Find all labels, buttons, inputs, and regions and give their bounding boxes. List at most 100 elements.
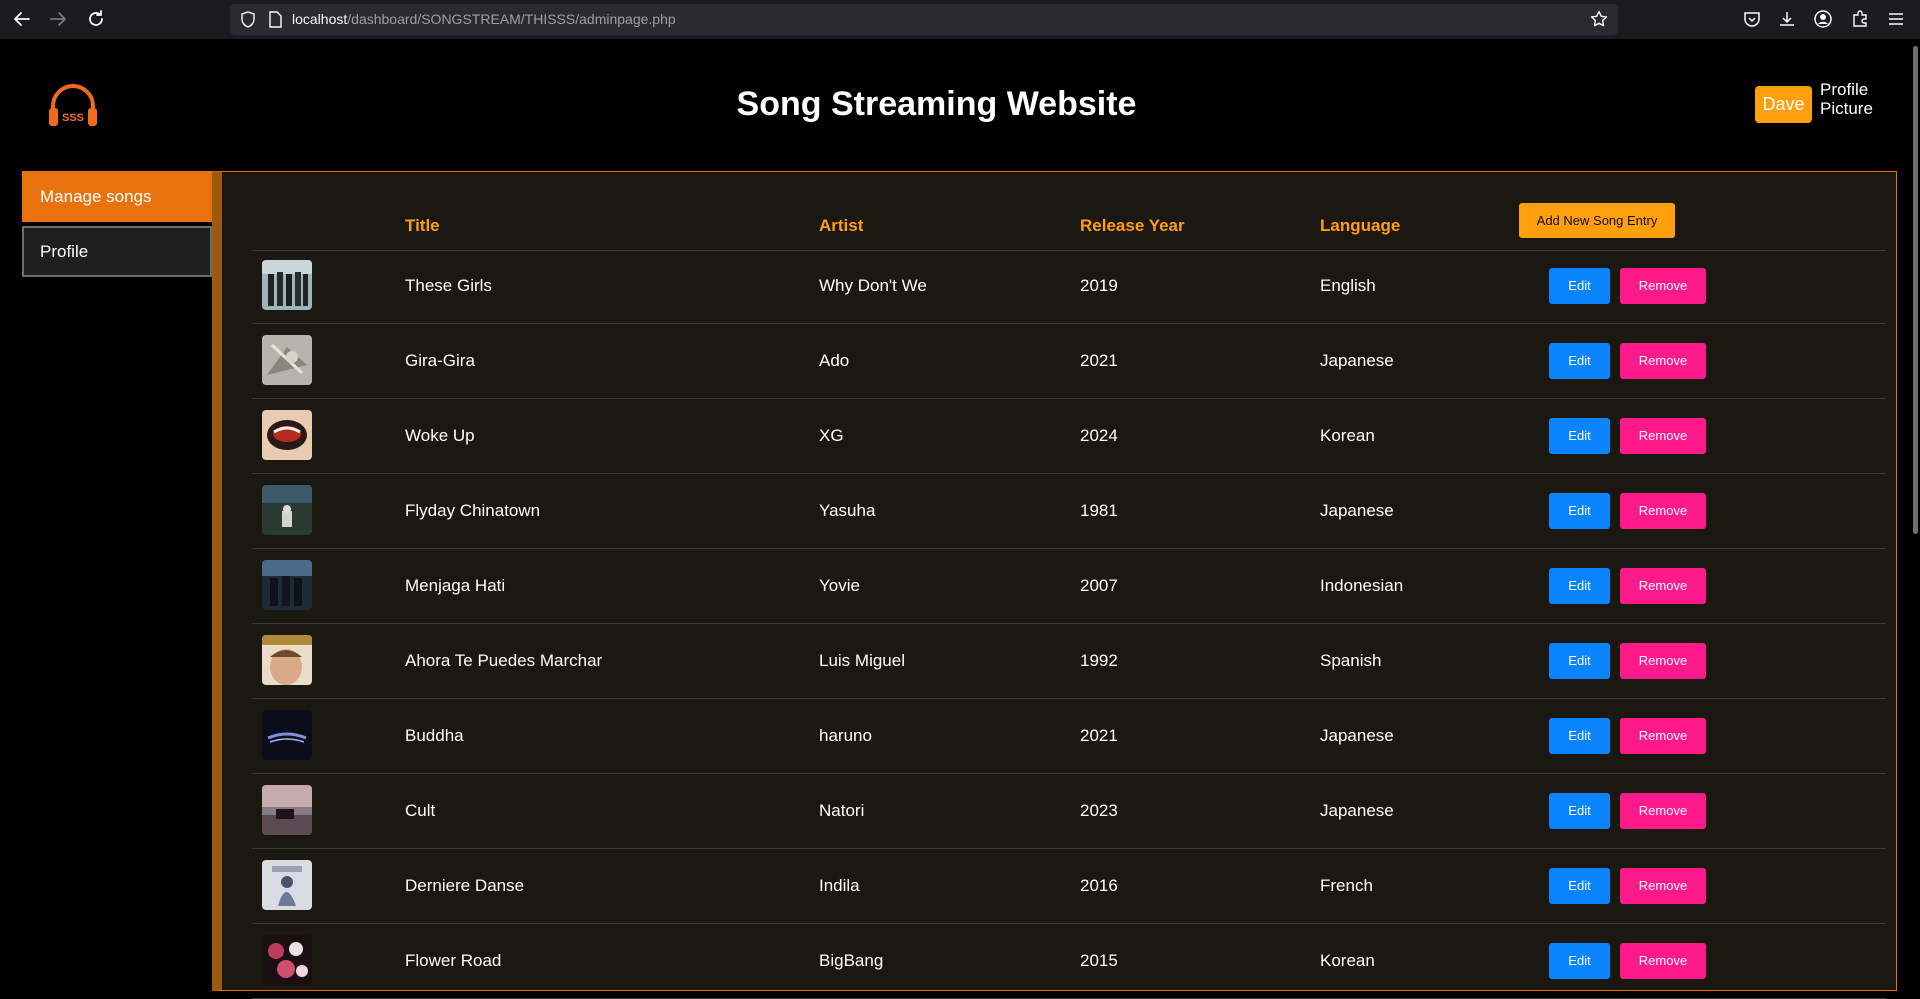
song-title: These Girls bbox=[405, 276, 492, 295]
edit-button[interactable]: Edit bbox=[1549, 943, 1610, 979]
song-artist: Ado bbox=[819, 351, 850, 370]
table-row: Menjaga Hati Yovie 2007 Indonesian Edit … bbox=[252, 549, 1886, 624]
song-artist: Luis Miguel bbox=[819, 651, 905, 670]
song-title: Derniere Danse bbox=[405, 876, 525, 895]
song-title: Cult bbox=[405, 801, 436, 820]
account-icon[interactable] bbox=[1813, 9, 1833, 29]
song-year: 2021 bbox=[1080, 351, 1118, 370]
song-year: 1981 bbox=[1080, 501, 1118, 520]
song-year: 2024 bbox=[1080, 426, 1118, 445]
song-language: Japanese bbox=[1320, 501, 1394, 520]
remove-button[interactable]: Remove bbox=[1620, 418, 1706, 454]
song-language: Indonesian bbox=[1320, 576, 1404, 595]
table-row: These Girls Why Don't We 2019 English Ed… bbox=[252, 249, 1886, 324]
edit-button[interactable]: Edit bbox=[1549, 643, 1610, 679]
user-button[interactable]: Dave bbox=[1755, 86, 1812, 123]
pocket-icon[interactable] bbox=[1742, 9, 1762, 29]
url-path: /dashboard/SONGSTREAM/THISSS/adminpage.p… bbox=[347, 11, 676, 27]
edit-button[interactable]: Edit bbox=[1549, 418, 1610, 454]
song-rows: These Girls Why Don't We 2019 English Ed… bbox=[252, 249, 1886, 999]
remove-button[interactable]: Remove bbox=[1620, 268, 1706, 304]
url-host: localhost bbox=[292, 11, 348, 27]
song-year: 2023 bbox=[1080, 801, 1118, 820]
header-artist: Artist bbox=[819, 216, 864, 235]
remove-button[interactable]: Remove bbox=[1620, 868, 1706, 904]
address-bar[interactable]: localhost/dashboard/SONGSTREAM/THISSS/ad… bbox=[230, 4, 1618, 35]
bookmark-star-icon[interactable] bbox=[1590, 10, 1608, 28]
song-year: 2007 bbox=[1080, 576, 1118, 595]
song-artist: Yovie bbox=[819, 576, 860, 595]
edit-button[interactable]: Edit bbox=[1549, 268, 1610, 304]
table-row: Woke Up XG 2024 Korean Edit Remove bbox=[252, 399, 1886, 474]
song-title: Woke Up bbox=[405, 426, 475, 445]
sidebar-item-manage-songs[interactable]: Manage songs bbox=[22, 171, 212, 222]
sidebar-item-profile[interactable]: Profile bbox=[22, 226, 212, 277]
song-title: Flower Road bbox=[405, 951, 502, 970]
song-year: 2019 bbox=[1080, 276, 1118, 295]
song-table-panel: Title Artist Release Year Language Add N… bbox=[212, 171, 1897, 999]
shield-icon[interactable] bbox=[240, 11, 256, 28]
song-language: Korean bbox=[1320, 426, 1375, 445]
remove-button[interactable]: Remove bbox=[1620, 943, 1706, 979]
song-language: Japanese bbox=[1320, 801, 1394, 820]
profile-picture[interactable]: Profile Picture bbox=[1820, 80, 1880, 118]
song-artist: XG bbox=[819, 426, 844, 445]
album-cover bbox=[262, 260, 312, 310]
edit-button[interactable]: Edit bbox=[1549, 568, 1610, 604]
song-year: 2015 bbox=[1080, 951, 1118, 970]
album-cover bbox=[262, 710, 312, 760]
page-title: Song Streaming Website bbox=[736, 85, 1137, 123]
add-song-button[interactable]: Add New Song Entry bbox=[1519, 203, 1675, 238]
header-release-year: Release Year bbox=[1080, 216, 1185, 235]
song-title: Buddha bbox=[405, 726, 464, 745]
song-language: Japanese bbox=[1320, 726, 1394, 745]
url-text[interactable]: localhost/dashboard/SONGSTREAM/THISSS/ad… bbox=[292, 11, 676, 28]
back-arrow-icon[interactable] bbox=[11, 8, 33, 30]
edit-button[interactable]: Edit bbox=[1549, 493, 1610, 529]
table-row: Gira-Gira Ado 2021 Japanese Edit Remove bbox=[252, 324, 1886, 399]
edit-button[interactable]: Edit bbox=[1549, 343, 1610, 379]
album-cover bbox=[262, 860, 312, 910]
song-title: Gira-Gira bbox=[405, 351, 475, 370]
song-title: Flyday Chinatown bbox=[405, 501, 541, 520]
song-year: 2016 bbox=[1080, 876, 1118, 895]
table-row: Ahora Te Puedes Marchar Luis Miguel 1992… bbox=[252, 624, 1886, 699]
remove-button[interactable]: Remove bbox=[1620, 493, 1706, 529]
song-artist: Why Don't We bbox=[819, 276, 927, 295]
menu-icon[interactable] bbox=[1886, 9, 1906, 29]
remove-button[interactable]: Remove bbox=[1620, 793, 1706, 829]
edit-button[interactable]: Edit bbox=[1549, 868, 1610, 904]
song-language: Spanish bbox=[1320, 651, 1382, 670]
song-language: Japanese bbox=[1320, 351, 1394, 370]
album-cover bbox=[262, 935, 312, 985]
album-cover bbox=[262, 410, 312, 460]
album-cover bbox=[262, 335, 312, 385]
song-artist: Indila bbox=[819, 876, 860, 895]
edit-button[interactable]: Edit bbox=[1549, 793, 1610, 829]
reload-icon[interactable] bbox=[85, 8, 107, 30]
browser-toolbar: localhost/dashboard/SONGSTREAM/THISSS/ad… bbox=[0, 0, 1920, 39]
table-row: Flyday Chinatown Yasuha 1981 Japanese Ed… bbox=[252, 474, 1886, 549]
page-icon bbox=[269, 11, 282, 28]
song-artist: BigBang bbox=[819, 951, 884, 970]
song-artist: haruno bbox=[819, 726, 872, 745]
song-title: Menjaga Hati bbox=[405, 576, 506, 595]
remove-button[interactable]: Remove bbox=[1620, 343, 1706, 379]
album-cover bbox=[262, 635, 312, 685]
song-language: English bbox=[1320, 276, 1376, 295]
page-scrollbar[interactable] bbox=[1913, 46, 1918, 534]
table-row: Cult Natori 2023 Japanese Edit Remove bbox=[252, 774, 1886, 849]
song-title: Ahora Te Puedes Marchar bbox=[405, 651, 603, 670]
song-language: French bbox=[1320, 876, 1373, 895]
extensions-icon[interactable] bbox=[1850, 9, 1870, 29]
table-row: Buddha haruno 2021 Japanese Edit Remove bbox=[252, 699, 1886, 774]
remove-button[interactable]: Remove bbox=[1620, 568, 1706, 604]
forward-arrow-icon[interactable] bbox=[47, 8, 69, 30]
remove-button[interactable]: Remove bbox=[1620, 643, 1706, 679]
download-icon[interactable] bbox=[1777, 9, 1797, 29]
song-artist: Yasuha bbox=[819, 501, 876, 520]
remove-button[interactable]: Remove bbox=[1620, 718, 1706, 754]
edit-button[interactable]: Edit bbox=[1549, 718, 1610, 754]
song-artist: Natori bbox=[819, 801, 865, 820]
table-row: Flower Road BigBang 2015 Korean Edit Rem… bbox=[252, 924, 1886, 999]
